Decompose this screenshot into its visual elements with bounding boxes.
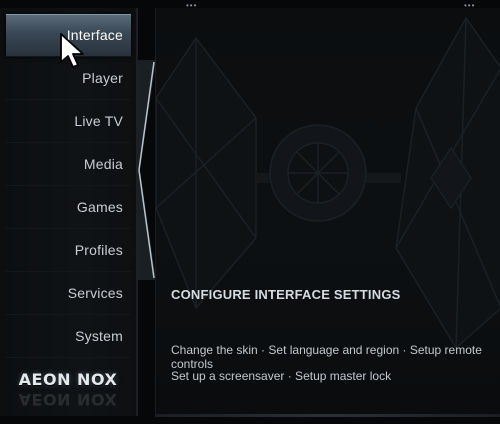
sidebar-item-games[interactable]: Games	[6, 186, 131, 229]
settings-screen: ••• ••• Interface Player Live TV Media G…	[0, 0, 500, 424]
sidebar-item-live-tv[interactable]: Live TV	[6, 100, 131, 143]
sidebar-item-profiles[interactable]: Profiles	[6, 229, 131, 272]
section-description-line-1: Change the skin · Set language and regio…	[171, 343, 482, 371]
sidebar-item-media[interactable]: Media	[6, 143, 131, 186]
app-logo: AEON NOX	[18, 370, 118, 389]
sidebar-edge-icon	[136, 60, 156, 280]
section-description-line-2: Set up a screensaver · Setup master lock	[171, 369, 392, 383]
section-title: CONFIGURE INTERFACE SETTINGS	[171, 287, 401, 302]
app-logo-reflection: AEON NOX	[18, 390, 118, 409]
sidebar-item-system[interactable]: System	[6, 315, 131, 358]
sidebar-item-services[interactable]: Services	[6, 272, 131, 315]
bottom-divider	[155, 414, 500, 417]
mouse-pointer-icon	[60, 33, 84, 68]
